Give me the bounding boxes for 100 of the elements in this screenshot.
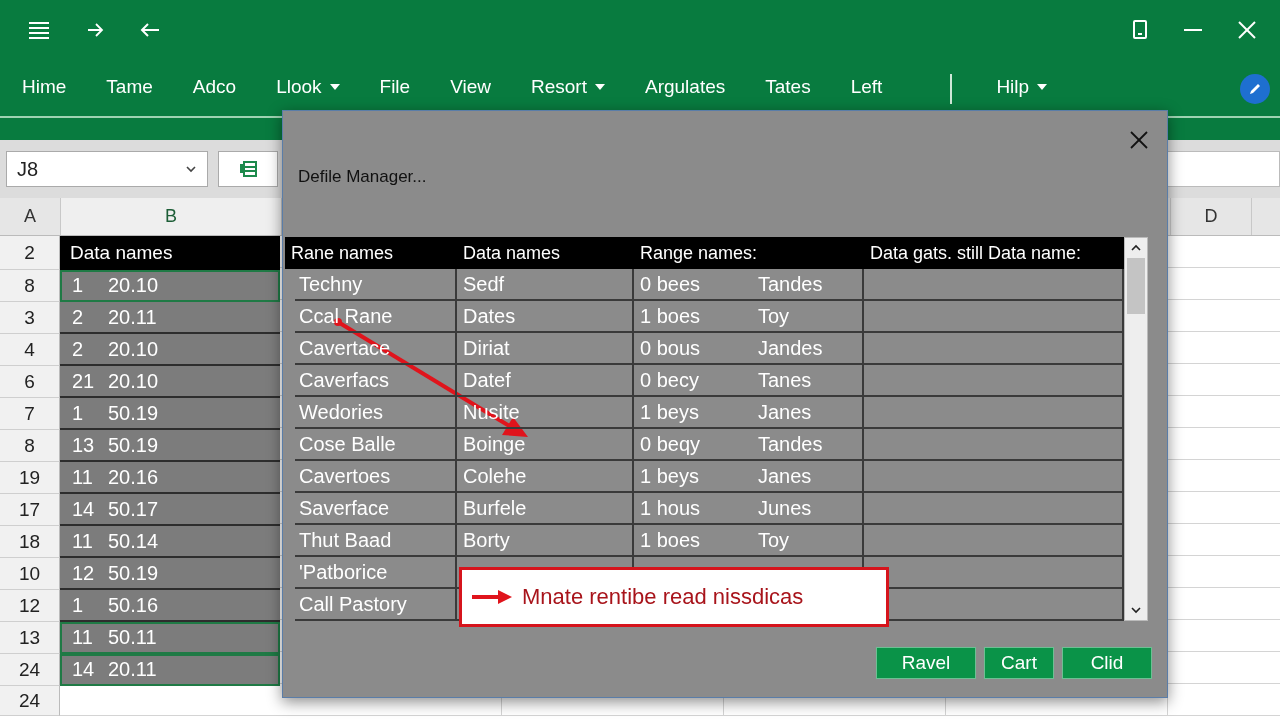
table-cell[interactable]: Ccal Rane [295,301,457,333]
table-cell: 1 beys [634,461,752,493]
table-cell[interactable]: Saverface [295,493,457,525]
menu-icon[interactable] [28,21,50,39]
row-number: 6 [0,366,60,398]
name-box[interactable]: J8 [6,151,208,187]
table-cell[interactable]: 12 50.19 [60,558,280,590]
table-cell[interactable]: Techny [295,269,457,301]
row-number: 24 [0,654,60,686]
close-button[interactable] [1129,131,1149,151]
table-cell: Datef [457,365,634,397]
table-cell: 0 beqy [634,429,752,461]
ribbon-tab[interactable]: Left [850,74,883,100]
table-cell: 1 hous [634,493,752,525]
table-cell[interactable]: 2 20.11 [60,302,280,334]
table-cell[interactable]: Cavertoes [295,461,457,493]
ribbon-tab[interactable]: Hime [22,74,67,100]
row-number: 12 [0,590,60,622]
row-number: 10 [0,558,60,590]
row-number: 17 [0,494,60,526]
table-cell[interactable]: Thut Baad [295,525,457,557]
table-cell: Tandes [752,429,864,461]
row-number: 8 [0,430,60,462]
table-cell[interactable]: 1 20.10 [60,270,280,302]
callout-text: Mnate rentibe read nissdicas [522,584,804,610]
table-cell[interactable]: 11 20.16 [60,462,280,494]
table-cell: 1 boes [634,301,752,333]
chevron-icon [185,165,197,173]
up-chevron-icon [1130,244,1142,252]
redo-icon[interactable] [86,22,104,38]
column-header: Data gats. still Data name: [864,237,1124,269]
dialog-title: Defile Manager... [298,167,427,187]
ribbon-tab[interactable]: File [379,74,411,100]
edit-button[interactable] [1240,74,1270,104]
minimize-icon[interactable] [1184,28,1202,32]
row-number: 19 [0,462,60,494]
table-cell[interactable]: 1 50.16 [60,590,280,622]
table-cell[interactable]: 14 50.17 [60,494,280,526]
scrollbar[interactable] [1124,237,1148,621]
row-number: 2 [0,236,60,270]
table-cell[interactable]: 2 20.10 [60,334,280,366]
ribbon-tab[interactable]: Tates [765,74,811,100]
close-icon [1130,131,1148,149]
table-cell: Jandes [752,333,864,365]
table-cell[interactable]: 'Patborice [295,557,457,589]
column-header: Data names [457,237,634,269]
ribbon-tab[interactable]: Argulates [645,74,726,100]
table-cell: Tandes [752,269,864,301]
ribbon-tab[interactable]: Tame [106,74,153,100]
table-cell[interactable]: Caverfacs [295,365,457,397]
table-cell: Junes [752,493,864,525]
dialog-button[interactable]: Clid [1062,647,1152,679]
table-cell: 1 beys [634,397,752,429]
table-cell[interactable]: 21 20.10 [60,366,280,398]
table-cell[interactable]: 13 50.19 [60,430,280,462]
ribbon-tab[interactable]: Hilp [996,74,1048,100]
tablet-icon[interactable] [1132,20,1148,40]
scroll-thumb[interactable] [1127,258,1145,314]
function-button[interactable] [218,151,278,187]
table-cell: Diriat [457,333,634,365]
table-cell: 0 bees [634,269,752,301]
table-cell: 0 becy [634,365,752,397]
table-cell: Sedf [457,269,634,301]
dialog-button[interactable]: Ravel [876,647,976,679]
column-header: Rane names [285,237,457,269]
table-cell: Boinge [457,429,634,461]
pencil-icon [1248,82,1262,96]
row-number: 3 [0,302,60,334]
table-cell: Toy [752,525,864,557]
table-cell[interactable]: Wedories [295,397,457,429]
row-number: 24 [0,686,60,716]
table-cell: 1 boes [634,525,752,557]
ribbon-tab[interactable]: Llook [276,74,340,100]
column-header[interactable]: B [61,198,282,235]
table-cell: Burfele [457,493,634,525]
table-cell[interactable]: 1 50.19 [60,398,280,430]
row-number: 7 [0,398,60,430]
table-cell[interactable]: Cose Balle [295,429,457,461]
sheet-icon [239,161,257,177]
row-number: 18 [0,526,60,558]
table-cell: 0 bous [634,333,752,365]
table-cell[interactable]: 14 20.11 [60,654,280,686]
table-cell: Colehe [457,461,634,493]
row-number: 13 [0,622,60,654]
table-cell: Toy [752,301,864,333]
back-icon[interactable] [140,22,160,38]
ribbon-tab[interactable]: Resort [531,74,605,100]
close-icon[interactable] [1238,21,1256,39]
table-cell[interactable]: Call Pastory [295,589,457,621]
table-cell: Dates [457,301,634,333]
ribbon-tab[interactable]: View [450,74,491,100]
table-cell: Janes [752,461,864,493]
column-header: Range names: [634,237,864,269]
table-cell[interactable]: 11 50.11 [60,622,280,654]
ribbon-tab[interactable]: Adco [192,74,237,100]
column-header[interactable]: D [1170,198,1252,235]
down-chevron-icon [1130,606,1142,614]
table-cell[interactable]: 11 50.14 [60,526,280,558]
dialog-button[interactable]: Cart [984,647,1054,679]
arrow-icon [472,589,512,605]
